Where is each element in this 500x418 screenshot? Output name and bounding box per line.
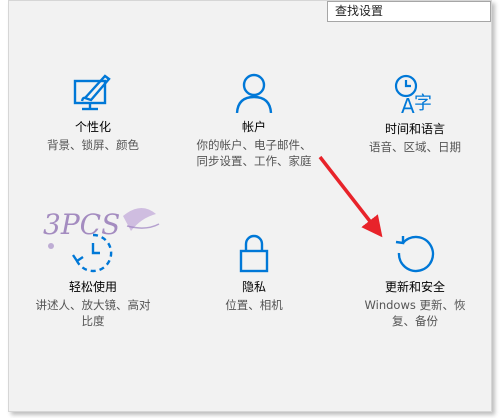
tile-title: 帐户 (241, 120, 266, 134)
tile-desc-line: 复、备份 (392, 314, 438, 328)
search-input[interactable]: 查找设置 (327, 1, 491, 22)
svg-text:字: 字 (414, 93, 432, 114)
tile-accounts[interactable]: 帐户 你的帐户、电子邮件、 同步设置、工作、家庭 (174, 73, 334, 169)
tile-desc-line: 讲述人、放大镜、高对 (35, 298, 151, 312)
tile-title: 更新和安全 (384, 280, 445, 294)
tile-desc: 讲述人、放大镜、高对 比度 (13, 297, 173, 329)
personalization-icon (73, 74, 111, 111)
time-language-icon: A 字 (394, 74, 432, 115)
tile-personalization[interactable]: 个性化 背景、锁屏、颜色 (13, 73, 173, 153)
tile-title: 轻松使用 (68, 280, 117, 294)
account-icon (235, 73, 273, 113)
privacy-lock-icon (239, 234, 269, 273)
tile-desc: 背景、锁屏、颜色 (47, 138, 139, 152)
tile-desc-line: 同步设置、工作、家庭 (196, 154, 312, 168)
tile-desc-line: 比度 (81, 314, 105, 328)
tile-desc-line: Windows 更新、恢 (364, 298, 466, 312)
svg-text:3PCS: 3PCS (43, 208, 120, 241)
tile-privacy[interactable]: 隐私 位置、相机 (174, 233, 334, 313)
tile-time-language[interactable]: A 字 时间和语言 语音、区域、日期 (335, 73, 495, 155)
watermark-logo: 3PCS (43, 207, 160, 249)
settings-window: 查找设置 个性化 背景、锁屏、颜色 帐户 你的帐户、电子邮件、 同步设置、工作、… (8, 0, 492, 412)
update-security-icon (395, 235, 435, 273)
svg-text:A: A (401, 94, 415, 115)
tile-title: 时间和语言 (384, 122, 445, 136)
tile-desc: 位置、相机 (225, 298, 283, 312)
tile-update-security[interactable]: 更新和安全 Windows 更新、恢 复、备份 (335, 233, 495, 329)
tile-desc: Windows 更新、恢 复、备份 (335, 297, 495, 329)
tile-desc: 你的帐户、电子邮件、 同步设置、工作、家庭 (174, 137, 334, 169)
tile-title: 隐私 (241, 280, 266, 294)
tile-title: 个性化 (74, 120, 111, 134)
tile-desc: 语音、区域、日期 (369, 140, 461, 154)
tile-desc-line: 你的帐户、电子邮件、 (196, 138, 312, 152)
